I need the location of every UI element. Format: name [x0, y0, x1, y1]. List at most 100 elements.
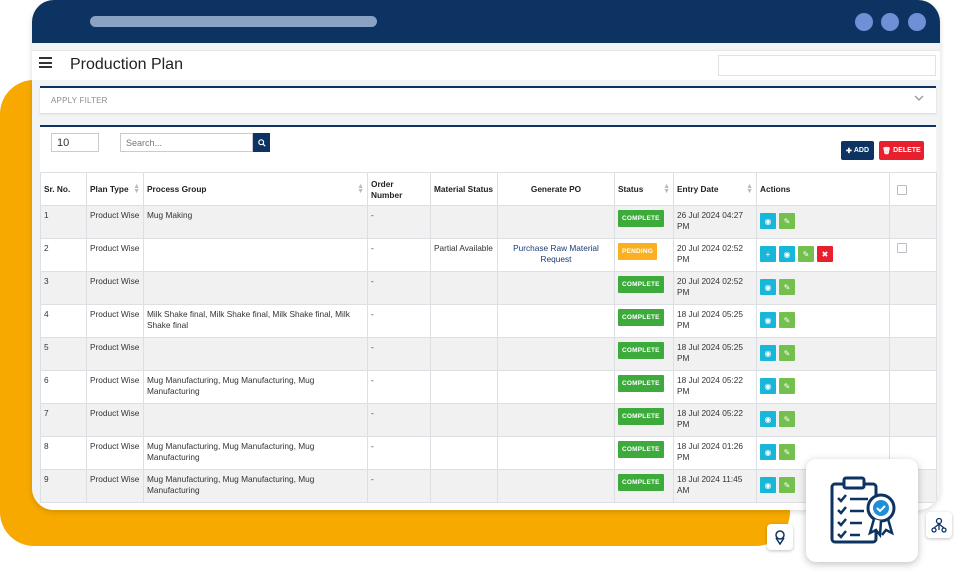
table-row: 5 Product Wise - COMPLETE 18 Jul 2024 05:25 … [40, 337, 937, 371]
cell-material-status: Partial Available [430, 238, 498, 272]
apply-filter-panel[interactable]: APPLY FILTER [40, 86, 936, 113]
table-header-row: Sr. No. Plan Type ▲ ▼ Process Group ▲ ▼ Orde… [40, 172, 937, 206]
add-button[interactable]: ✚ ADD [841, 141, 874, 160]
col-status[interactable]: Status ▲ ▼ [614, 172, 674, 206]
eye-icon[interactable]: ◉ [760, 477, 776, 493]
eye-icon[interactable]: ◉ [760, 444, 776, 460]
cell-entry-date: 18 Jul 2024 11:45 AM [673, 469, 757, 503]
cell-sr-no: 1 [40, 205, 87, 239]
cell-order-number: - [367, 205, 431, 239]
col-sr-no[interactable]: Sr. No. [40, 172, 87, 206]
eye-icon[interactable]: ◉ [760, 378, 776, 394]
eye-icon[interactable]: ◉ [760, 279, 776, 295]
eye-icon[interactable]: ◉ [760, 345, 776, 361]
table-row: 6 Product Wise Mug Manufacturing, Mug Manu… [40, 370, 937, 404]
col-generate-po[interactable]: Generate PO [497, 172, 615, 206]
cell-status: COMPLETE [614, 469, 674, 503]
select-all-checkbox[interactable] [897, 184, 907, 195]
window-dot-2[interactable] [881, 13, 899, 31]
cell-plan-type: Product Wise [86, 436, 144, 470]
cell-material-status [430, 304, 498, 338]
pencil-icon[interactable]: ✎ [779, 213, 795, 229]
window-dot-3[interactable] [908, 13, 926, 31]
eye-icon[interactable]: ◉ [779, 246, 795, 262]
eye-icon[interactable]: ◉ [760, 411, 776, 427]
cell-entry-date: 18 Jul 2024 05:22 PM [673, 403, 757, 437]
window-dot-1[interactable] [855, 13, 873, 31]
pencil-icon[interactable]: ✎ [779, 378, 795, 394]
cell-process-group [143, 403, 368, 437]
cell-process-group [143, 271, 368, 305]
purchase-raw-material-request-link[interactable]: Purchase Raw Material Request [513, 243, 599, 264]
add-button-label: ADD [853, 147, 869, 154]
cell-sr-no: 2 [40, 238, 87, 272]
cell-material-status [430, 403, 498, 437]
cell-plan-type: Product Wise [86, 271, 144, 305]
table-row: 3 Product Wise - COMPLETE 20 Jul 2024 02:52 … [40, 271, 937, 305]
pencil-icon[interactable]: ✎ [798, 246, 814, 262]
status-badge: COMPLETE [618, 441, 664, 458]
pencil-icon[interactable]: ✎ [779, 345, 795, 361]
cell-sr-no: 7 [40, 403, 87, 437]
cell-actions: ◉ ✎ [756, 403, 890, 437]
page-title: Production Plan [70, 56, 183, 73]
col-process-group-label: Process Group [147, 184, 207, 194]
cell-plan-type: Product Wise [86, 238, 144, 272]
eye-icon[interactable]: ◉ [760, 312, 776, 328]
cell-order-number: - [367, 337, 431, 371]
browser-bar [32, 0, 940, 43]
cell-process-group: Mug Making [143, 205, 368, 239]
cell-generate-po [497, 403, 615, 437]
pencil-icon[interactable]: ✎ [779, 279, 795, 295]
cell-actions: ◉ ✎ [756, 370, 890, 404]
browser-frame: Production Plan APPLY FILTER 10 ✚ ADD 🗑 … [32, 0, 940, 510]
delete-button[interactable]: 🗑 DELETE [879, 141, 924, 160]
search-button[interactable] [253, 133, 270, 152]
col-entry-date[interactable]: Entry Date ▲ ▼ [673, 172, 757, 206]
col-plan-type[interactable]: Plan Type ▲ ▼ [86, 172, 144, 206]
pencil-icon[interactable]: ✎ [779, 411, 795, 427]
cell-order-number: - [367, 436, 431, 470]
cell-actions: ◉ ✎ [756, 304, 890, 338]
cell-status: COMPLETE [614, 271, 674, 305]
header-search-input[interactable] [718, 55, 936, 76]
cell-entry-date: 18 Jul 2024 05:25 PM [673, 304, 757, 338]
cell-actions: + ◉ ✎ ✖ [756, 238, 890, 272]
cell-generate-po [497, 304, 615, 338]
col-process-group[interactable]: Process Group ▲ ▼ [143, 172, 368, 206]
delete-button-label: DELETE [893, 147, 921, 154]
cell-generate-po [497, 436, 615, 470]
pencil-icon[interactable]: ✎ [779, 477, 795, 493]
col-material-status[interactable]: Material Status [430, 172, 498, 206]
row-checkbox[interactable] [897, 243, 907, 253]
cell-status: COMPLETE [614, 370, 674, 404]
location-icon[interactable] [767, 524, 793, 550]
status-badge: COMPLETE [618, 210, 664, 227]
cell-generate-po [497, 337, 615, 371]
status-badge: COMPLETE [618, 408, 664, 425]
cell-process-group [143, 238, 368, 272]
network-icon[interactable] [926, 512, 952, 538]
url-bar[interactable] [90, 16, 377, 27]
pencil-icon[interactable]: ✎ [779, 444, 795, 460]
cell-order-number: - [367, 469, 431, 503]
menu-icon[interactable] [39, 57, 52, 68]
cell-status: COMPLETE [614, 436, 674, 470]
sort-icon: ▲ ▼ [746, 183, 753, 195]
cell-entry-date: 18 Jul 2024 05:25 PM [673, 337, 757, 371]
cell-select [889, 205, 937, 239]
cell-select [889, 370, 937, 404]
cell-status: PENDING [614, 238, 674, 272]
col-status-label: Status [618, 184, 644, 194]
cell-sr-no: 4 [40, 304, 87, 338]
sort-icon: ▲ ▼ [357, 183, 364, 195]
chevron-down-icon[interactable] [914, 93, 924, 103]
page-length-select[interactable]: 10 [51, 133, 99, 152]
pencil-icon[interactable]: ✎ [779, 312, 795, 328]
table-row: 2 Product Wise - Partial Available Purchase … [40, 238, 937, 272]
trash-icon[interactable]: ✖ [817, 246, 833, 262]
table-search-input[interactable] [120, 133, 253, 152]
eye-icon[interactable]: ◉ [760, 213, 776, 229]
col-order-number[interactable]: Order Number [367, 172, 431, 206]
plus-icon[interactable]: + [760, 246, 776, 262]
